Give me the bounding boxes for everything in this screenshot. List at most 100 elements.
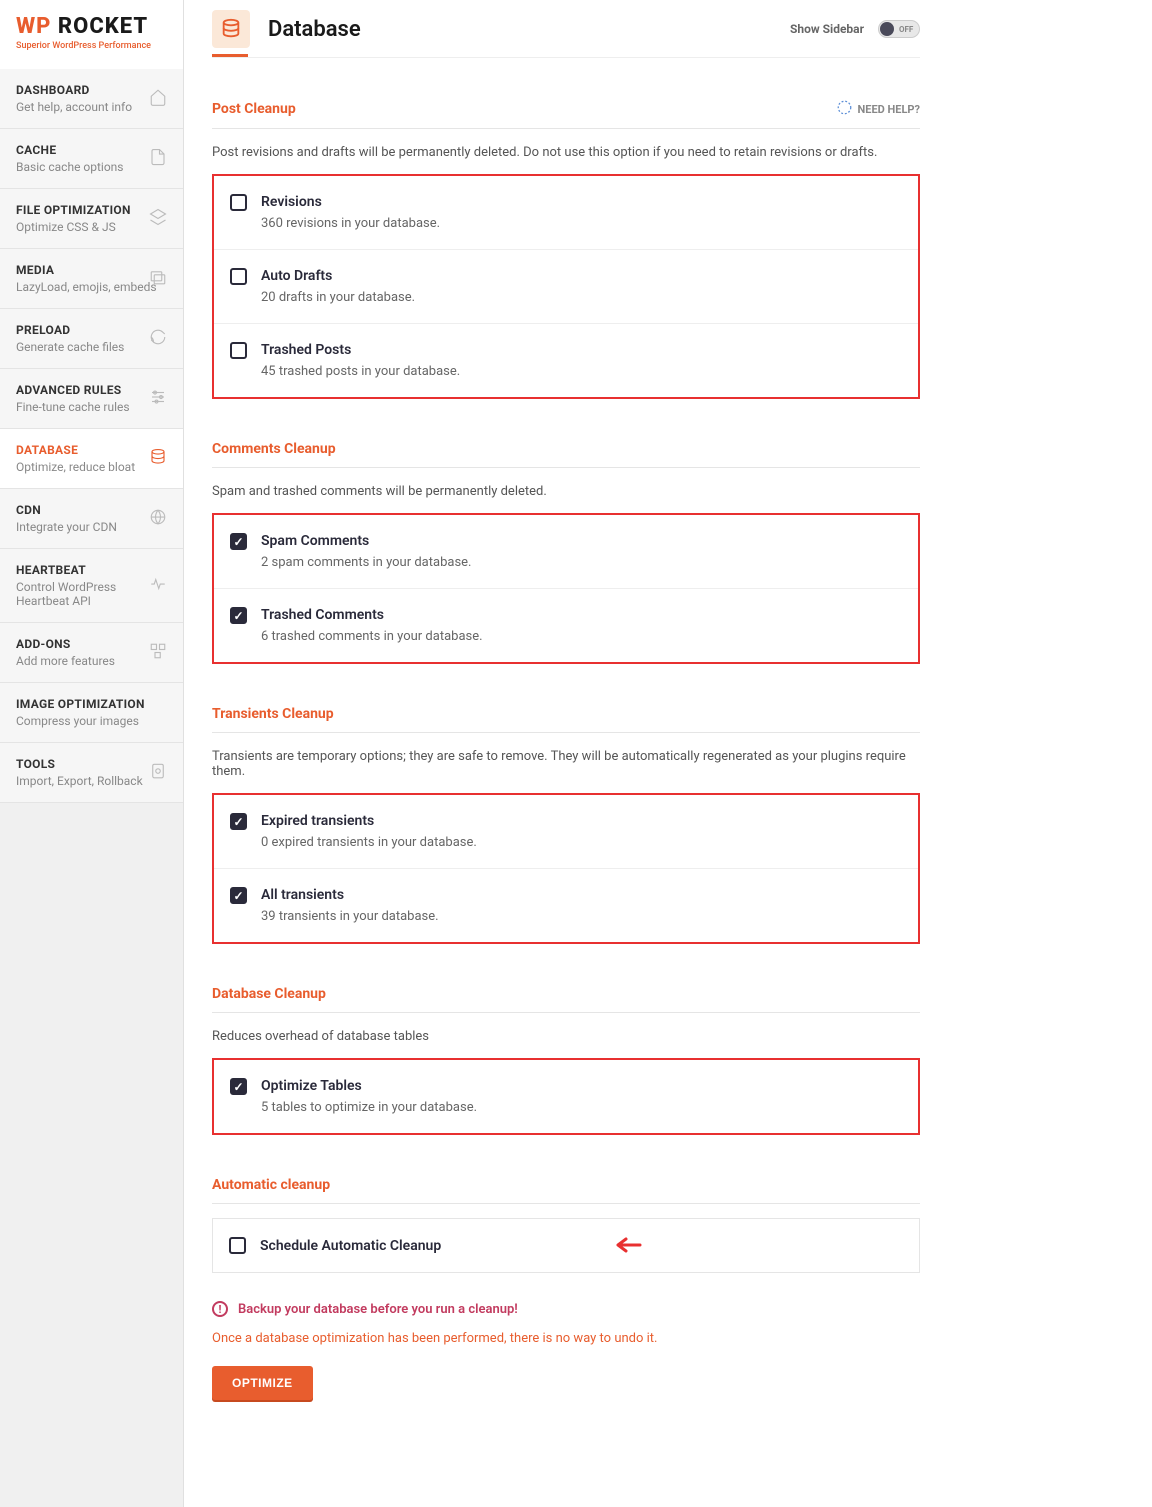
option-subtitle: 45 trashed posts in your database. (261, 364, 902, 379)
nav-item-cache[interactable]: CACHE Basic cache options (0, 129, 183, 189)
logo: WP ROCKET Superior WordPress Performance (0, 0, 183, 69)
schedule-cleanup-label: Schedule Automatic Cleanup (260, 1238, 441, 1254)
option-row: ✓ Expired transients 0 expired transient… (214, 795, 918, 869)
option-row: ✓ Optimize Tables 5 tables to optimize i… (214, 1060, 918, 1133)
nav-title: IMAGE OPTIMIZATION (16, 697, 167, 711)
file-icon (149, 148, 167, 170)
nav-subtitle: Compress your images (16, 714, 167, 728)
option-checkbox[interactable] (230, 194, 247, 211)
nav-item-heartbeat[interactable]: HEARTBEAT Control WordPress Heartbeat AP… (0, 549, 183, 623)
nav-item-cdn[interactable]: CDN Integrate your CDN (0, 489, 183, 549)
warning-icon: ! (212, 1301, 228, 1317)
nav-title: FILE OPTIMIZATION (16, 203, 167, 217)
option-subtitle: 0 expired transients in your database. (261, 835, 902, 850)
nav-item-preload[interactable]: PRELOAD Generate cache files (0, 309, 183, 369)
addons-icon (149, 642, 167, 664)
refresh-icon (149, 328, 167, 350)
option-title: All transients (261, 887, 902, 903)
main-content: Database Show Sidebar OFF Post Cleanup (184, 0, 948, 1507)
nav-subtitle: Fine-tune cache rules (16, 400, 167, 414)
option-row: Revisions 360 revisions in your database… (214, 176, 918, 250)
option-title: Optimize Tables (261, 1078, 902, 1094)
nav-title: CACHE (16, 143, 167, 157)
optimize-button[interactable]: OPTIMIZE (212, 1366, 313, 1400)
logo-wp: WP (16, 14, 51, 39)
sidebar-toggle[interactable]: OFF (878, 20, 920, 38)
nav-title: ADD-ONS (16, 637, 167, 651)
section-title: Transients Cleanup (212, 706, 334, 722)
option-subtitle: 360 revisions in your database. (261, 216, 902, 231)
show-sidebar-label: Show Sidebar (790, 22, 864, 36)
option-checkbox[interactable]: ✓ (230, 887, 247, 904)
nav-subtitle: Add more features (16, 654, 167, 668)
nav-title: PRELOAD (16, 323, 167, 337)
option-title: Trashed Comments (261, 607, 902, 623)
option-checkbox[interactable]: ✓ (230, 1078, 247, 1095)
transients-cleanup-box: ✓ Expired transients 0 expired transient… (212, 793, 920, 944)
option-checkbox[interactable]: ✓ (230, 607, 247, 624)
section-transients-cleanup: Transients Cleanup Transients are tempor… (212, 706, 920, 944)
nav-subtitle: Optimize, reduce bloat (16, 460, 167, 474)
help-link[interactable]: NEED HELP? (837, 100, 921, 118)
option-row: ✓ Trashed Comments 6 trashed comments in… (214, 589, 918, 662)
nav-item-advanced-rules[interactable]: ADVANCED RULES Fine-tune cache rules (0, 369, 183, 429)
logo-tagline: Superior WordPress Performance (16, 41, 167, 51)
nav-title: DATABASE (16, 443, 167, 457)
section-desc: Reduces overhead of database tables (212, 1029, 920, 1044)
comments-cleanup-box: ✓ Spam Comments 2 spam comments in your … (212, 513, 920, 664)
section-desc: Post revisions and drafts will be perman… (212, 145, 920, 160)
nav-subtitle: Basic cache options (16, 160, 167, 174)
nav-item-add-ons[interactable]: ADD-ONS Add more features (0, 623, 183, 683)
schedule-checkbox[interactable] (229, 1237, 246, 1254)
nav-item-image-optimization[interactable]: IMAGE OPTIMIZATION Compress your images (0, 683, 183, 743)
nav-title: HEARTBEAT (16, 563, 167, 577)
option-row: ✓ Spam Comments 2 spam comments in your … (214, 515, 918, 589)
option-subtitle: 39 transients in your database. (261, 909, 902, 924)
note-message: Once a database optimization has been pe… (212, 1331, 920, 1346)
nav-subtitle: Get help, account info (16, 100, 167, 114)
nav-subtitle: Integrate your CDN (16, 520, 167, 534)
layers-icon (149, 208, 167, 230)
option-title: Expired transients (261, 813, 902, 829)
heartbeat-icon (149, 575, 167, 597)
warning-message: ! Backup your database before you run a … (212, 1301, 920, 1317)
section-title: Database Cleanup (212, 986, 326, 1002)
nav-item-media[interactable]: MEDIA LazyLoad, emojis, embeds (0, 249, 183, 309)
post-cleanup-box: Revisions 360 revisions in your database… (212, 174, 920, 399)
section-database-cleanup: Database Cleanup Reduces overhead of dat… (212, 986, 920, 1135)
nav-title: CDN (16, 503, 167, 517)
option-subtitle: 5 tables to optimize in your database. (261, 1100, 902, 1115)
option-checkbox[interactable]: ✓ (230, 533, 247, 550)
database-icon (212, 10, 250, 48)
option-checkbox[interactable]: ✓ (230, 813, 247, 830)
nav-subtitle: Optimize CSS & JS (16, 220, 167, 234)
toggle-off-label: OFF (899, 25, 913, 34)
option-row: Auto Drafts 20 drafts in your database. (214, 250, 918, 324)
option-row: Trashed Posts 45 trashed posts in your d… (214, 324, 918, 397)
nav-item-file-optimization[interactable]: FILE OPTIMIZATION Optimize CSS & JS (0, 189, 183, 249)
option-checkbox[interactable] (230, 342, 247, 359)
option-subtitle: 2 spam comments in your database. (261, 555, 902, 570)
section-post-cleanup: Post Cleanup NEED HELP? Post revisions a… (212, 100, 920, 399)
nav-item-tools[interactable]: TOOLS Import, Export, Rollback (0, 743, 183, 803)
nav-subtitle: Import, Export, Rollback (16, 774, 167, 788)
tool-icon (149, 762, 167, 784)
home-icon (149, 88, 167, 110)
nav-item-dashboard[interactable]: DASHBOARD Get help, account info (0, 69, 183, 129)
nav-subtitle: Control WordPress Heartbeat API (16, 580, 167, 608)
globe-icon (149, 508, 167, 530)
database-cleanup-box: ✓ Optimize Tables 5 tables to optimize i… (212, 1058, 920, 1135)
option-row: ✓ All transients 39 transients in your d… (214, 869, 918, 942)
section-desc: Transients are temporary options; they a… (212, 749, 920, 779)
nav-subtitle: Generate cache files (16, 340, 167, 354)
option-subtitle: 20 drafts in your database. (261, 290, 902, 305)
logo-rocket: ROCKET (51, 14, 148, 39)
option-title: Spam Comments (261, 533, 902, 549)
section-title: Automatic cleanup (212, 1177, 330, 1193)
nav-item-database[interactable]: DATABASE Optimize, reduce bloat (0, 429, 183, 489)
images-icon (149, 268, 167, 290)
sidebar: WP ROCKET Superior WordPress Performance… (0, 0, 184, 1507)
option-checkbox[interactable] (230, 268, 247, 285)
option-subtitle: 6 trashed comments in your database. (261, 629, 902, 644)
database-icon (149, 448, 167, 470)
